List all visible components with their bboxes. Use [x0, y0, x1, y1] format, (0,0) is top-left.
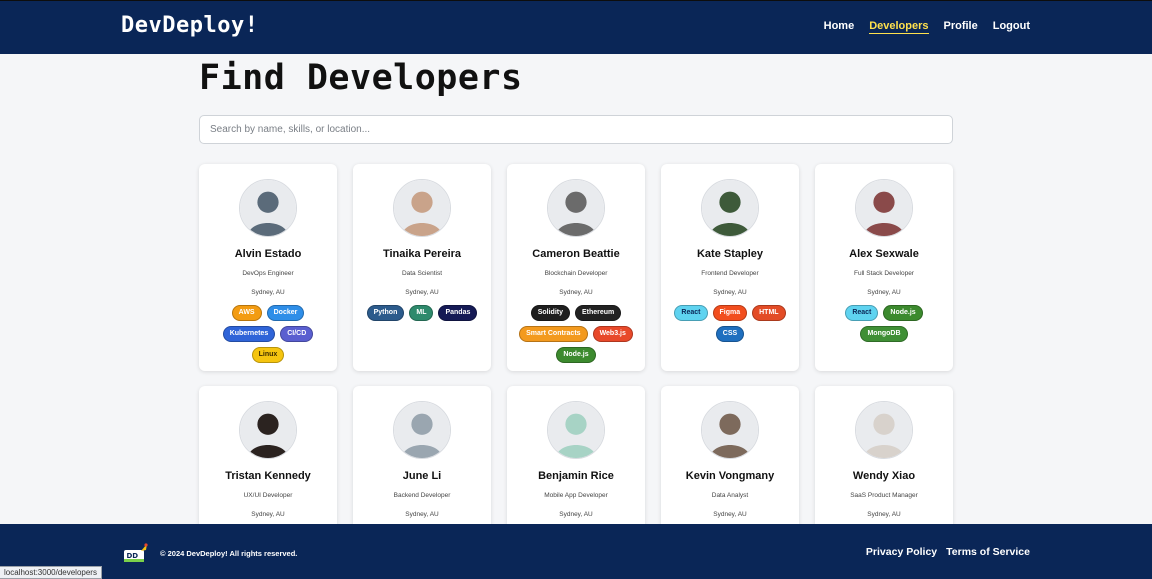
developer-name[interactable]: Alvin Estado — [235, 248, 302, 260]
developer-location: Sydney, AU — [405, 289, 439, 296]
developer-location: Sydney, AU — [559, 511, 593, 518]
avatar-photo-icon — [394, 180, 450, 236]
developer-name[interactable]: Benjamin Rice — [538, 470, 614, 482]
developer-name[interactable]: June Li — [403, 470, 442, 482]
skill-tags: Solidity Ethereum Smart Contracts Web3.js No… — [514, 305, 638, 363]
avatar-photo-icon — [394, 402, 450, 458]
avatar-photo-icon — [856, 402, 912, 458]
avatar-photo-icon — [548, 402, 604, 458]
developer-name[interactable]: Wendy Xiao — [853, 470, 915, 482]
skill-tag: Linux — [251, 347, 285, 363]
developer-role: Blockchain Developer — [544, 270, 608, 277]
developer-card[interactable]: Alvin Estado DevOps Engineer Sydney, AU AWS… — [199, 164, 337, 371]
skill-tags: React Node.js MongoDB — [822, 305, 946, 342]
developer-name[interactable]: Alex Sexwale — [849, 248, 919, 260]
developer-card[interactable]: Tinaika Pereira Data Scientist Sydney, AU P… — [353, 164, 491, 371]
svg-text:DD: DD — [127, 552, 139, 560]
top-navbar: DevDeploy! Home Developers Profile Logou… — [0, 0, 1152, 54]
developer-location: Sydney, AU — [559, 289, 593, 296]
nav-developers[interactable]: Developers — [869, 20, 929, 34]
skill-tag: Figma — [712, 305, 748, 321]
nav-profile[interactable]: Profile — [944, 20, 978, 34]
developer-name[interactable]: Tinaika Pereira — [383, 248, 461, 260]
developer-location: Sydney, AU — [251, 289, 285, 296]
developer-role: Backend Developer — [393, 492, 451, 499]
developer-name[interactable]: Cameron Beattie — [532, 248, 619, 260]
developer-location: Sydney, AU — [867, 511, 901, 518]
skill-tag: Ethereum — [574, 305, 622, 321]
skill-tag: CSS — [715, 326, 745, 342]
terms-of-service-link[interactable]: Terms of Service — [946, 546, 1030, 558]
developer-role: Data Scientist — [401, 270, 443, 277]
nav-logout[interactable]: Logout — [993, 20, 1030, 34]
footer: DD © 2024 DevDeploy! All rights reserved… — [0, 524, 1152, 579]
avatar-photo-icon — [240, 402, 296, 458]
avatar — [701, 179, 759, 237]
page-title: Find Developers — [199, 58, 523, 98]
skill-tag: ML — [409, 305, 434, 321]
developer-location: Sydney, AU — [251, 511, 285, 518]
avatar-photo-icon — [240, 180, 296, 236]
skill-tag: React — [845, 305, 879, 321]
avatar — [701, 401, 759, 459]
skill-tag: Solidity — [530, 305, 570, 321]
skill-tag: Node.js — [556, 347, 596, 363]
nav-home[interactable]: Home — [824, 20, 855, 34]
skill-tags: React Figma HTML CSS — [668, 305, 792, 342]
avatar-photo-icon — [548, 180, 604, 236]
search-input[interactable] — [199, 115, 953, 144]
status-bar-url: localhost:3000/developers — [0, 566, 102, 579]
avatar — [855, 401, 913, 459]
developer-role: UX/UI Developer — [243, 492, 293, 499]
skill-tag: AWS — [231, 305, 262, 321]
avatar-photo-icon — [702, 180, 758, 236]
developer-name[interactable]: Kate Stapley — [697, 248, 763, 260]
developer-grid: Alvin Estado DevOps Engineer Sydney, AU AWS… — [199, 164, 953, 579]
avatar-photo-icon — [856, 180, 912, 236]
developer-location: Sydney, AU — [867, 289, 901, 296]
developer-name[interactable]: Kevin Vongmany — [686, 470, 774, 482]
developer-role: DevOps Engineer — [242, 270, 294, 277]
avatar-photo-icon — [702, 402, 758, 458]
skill-tag: React — [674, 305, 708, 321]
skill-tag: Pandas — [438, 305, 478, 321]
avatar — [393, 401, 451, 459]
footer-logo-icon: DD — [124, 543, 148, 562]
avatar — [547, 401, 605, 459]
developer-role: Frontend Developer — [701, 270, 759, 277]
skill-tag: Python — [366, 305, 405, 321]
skill-tag: Smart Contracts — [519, 326, 588, 342]
skill-tag: Kubernetes — [222, 326, 276, 342]
developer-card[interactable]: Kate Stapley Frontend Developer Sydney, AU… — [661, 164, 799, 371]
avatar — [547, 179, 605, 237]
skill-tag: Node.js — [883, 305, 923, 321]
skill-tag: MongoDB — [860, 326, 908, 342]
developer-card[interactable]: Alex Sexwale Full Stack Developer Sydney, … — [815, 164, 953, 371]
skill-tags: AWS Docker Kubernetes CI/CD Linux — [206, 305, 330, 363]
brand-logo[interactable]: DevDeploy! — [121, 13, 258, 38]
footer-links: Privacy Policy Terms of Service — [866, 546, 1030, 558]
skill-tags: Python ML Pandas — [360, 305, 484, 321]
skill-tag: CI/CD — [280, 326, 314, 342]
developer-role: Full Stack Developer — [854, 270, 914, 277]
avatar — [393, 179, 451, 237]
avatar — [239, 179, 297, 237]
developer-role: Data Analyst — [711, 492, 749, 499]
skill-tag: Docker — [266, 305, 305, 321]
developer-role: SaaS Product Manager — [850, 492, 918, 499]
developer-location: Sydney, AU — [713, 289, 747, 296]
avatar — [239, 401, 297, 459]
footer-copyright: © 2024 DevDeploy! All rights reserved. — [160, 549, 298, 558]
avatar — [855, 179, 913, 237]
privacy-policy-link[interactable]: Privacy Policy — [866, 546, 937, 558]
developer-name[interactable]: Tristan Kennedy — [225, 470, 311, 482]
developer-card[interactable]: Cameron Beattie Blockchain Developer Sydne… — [507, 164, 645, 371]
developer-location: Sydney, AU — [713, 511, 747, 518]
main-nav: Home Developers Profile Logout — [824, 20, 1030, 34]
developer-location: Sydney, AU — [405, 511, 439, 518]
skill-tag: Web3.js — [592, 326, 633, 342]
skill-tag: HTML — [752, 305, 786, 321]
developer-role: Mobile App Developer — [544, 492, 608, 499]
